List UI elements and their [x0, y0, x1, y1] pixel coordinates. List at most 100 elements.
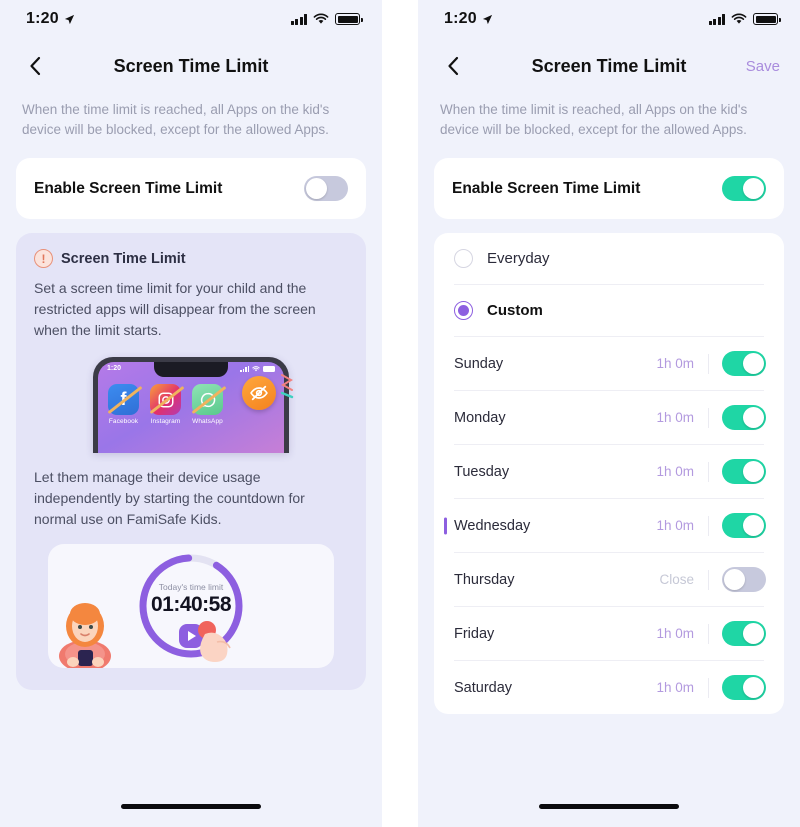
info-card: ! Screen Time Limit Set a screen time li…	[16, 233, 366, 690]
phone-mockup-illustration: 1:20 Facebook Instagram WhatsApp	[34, 357, 348, 453]
page-title: Screen Time Limit	[531, 55, 687, 76]
nav-bar-right: Screen Time Limit Save	[418, 38, 800, 94]
table-row[interactable]: Saturday 1h 0m	[434, 661, 784, 714]
info-card-body: Set a screen time limit for your child a…	[34, 280, 316, 338]
timer-label: Today's time limit	[158, 582, 224, 592]
table-row[interactable]: Friday 1h 0m	[434, 607, 784, 660]
cellular-signal-icon	[708, 13, 725, 25]
toggle-knob	[743, 515, 764, 536]
battery-full-icon	[335, 13, 363, 25]
info-card-header: ! Screen Time Limit	[34, 249, 348, 268]
status-time-label: 1:20	[444, 10, 477, 27]
chevron-left-icon	[448, 56, 459, 76]
day-duration-value: 1h 0m	[656, 356, 694, 371]
toggle-knob	[743, 407, 764, 428]
toggle-knob	[306, 178, 327, 199]
status-bar-time-group: 1:20	[444, 10, 493, 28]
timer-illustration: Today's time limit 01:40:58	[48, 544, 334, 668]
table-row[interactable]: Thursday Close	[434, 553, 784, 606]
day-toggle[interactable]	[722, 513, 766, 538]
day-toggle[interactable]	[722, 351, 766, 376]
day-label: Wednesday	[454, 517, 531, 534]
facebook-icon: f	[107, 384, 143, 415]
day-label: Tuesday	[454, 463, 510, 480]
status-bar-indicators	[708, 13, 781, 25]
status-bar: 1:20	[418, 0, 800, 38]
schedule-mode-everyday[interactable]: Everyday	[434, 233, 784, 284]
day-duration-value: 1h 0m	[656, 680, 694, 695]
blocked-slash-icon	[107, 385, 143, 414]
day-label: Friday	[454, 625, 495, 642]
row-separator	[708, 515, 709, 536]
wifi-icon	[313, 13, 329, 24]
radio-custom-icon[interactable]	[454, 301, 473, 320]
day-toggle[interactable]	[722, 675, 766, 700]
page-description: When the time limit is reached, all Apps…	[22, 102, 330, 137]
mockup-battery-icon	[263, 365, 275, 372]
dual-screenshot-container: 1:20 Screen Time Limit When the time lim…	[0, 0, 800, 827]
toggle-knob	[743, 461, 764, 482]
table-row[interactable]: Sunday 1h 0m	[434, 337, 784, 390]
row-separator	[708, 353, 709, 374]
mockup-app-label: Facebook	[108, 418, 139, 425]
day-label: Thursday	[454, 571, 515, 588]
mockup-screen: 1:20 Facebook Instagram WhatsApp	[98, 362, 284, 453]
mockup-status-indicators	[240, 365, 275, 372]
mockup-device-frame: 1:20 Facebook Instagram WhatsApp	[93, 357, 294, 453]
enable-screen-time-limit-label: Enable Screen Time Limit	[34, 179, 223, 197]
right-phone-screen: 1:20 Screen Time Limit Save When the tim…	[418, 0, 800, 827]
mockup-app-whatsapp: WhatsApp	[191, 384, 227, 425]
day-duration-value: Close	[659, 572, 694, 587]
back-button[interactable]	[20, 51, 50, 81]
enable-screen-time-limit-toggle[interactable]	[304, 176, 348, 201]
decorative-squiggle-icon	[280, 374, 294, 399]
enable-screen-time-limit-row[interactable]: Enable Screen Time Limit	[434, 158, 784, 219]
day-toggle[interactable]	[722, 459, 766, 484]
day-toggle[interactable]	[722, 621, 766, 646]
nav-bar-left: Screen Time Limit	[0, 38, 382, 94]
page-title: Screen Time Limit	[113, 55, 269, 76]
timer-countdown-value: 01:40:58	[150, 593, 232, 616]
home-indicator	[539, 804, 679, 809]
enable-card: Enable Screen Time Limit	[16, 158, 366, 219]
left-phone-screen: 1:20 Screen Time Limit When the time lim…	[0, 0, 382, 827]
radio-everyday-icon[interactable]	[454, 249, 473, 268]
save-button[interactable]: Save	[746, 58, 780, 75]
day-duration-value: 1h 0m	[656, 464, 694, 479]
home-indicator	[121, 804, 261, 809]
schedule-card: Everyday Custom Sunday 1h 0m Monday 1h 0…	[434, 233, 784, 714]
mockup-wifi-icon	[252, 365, 260, 371]
schedule-mode-label: Everyday	[487, 250, 550, 267]
chevron-left-icon	[30, 56, 41, 76]
day-label: Monday	[454, 409, 506, 426]
schedule-mode-custom[interactable]: Custom	[434, 285, 784, 336]
selected-day-marker	[444, 517, 447, 534]
enable-screen-time-limit-label: Enable Screen Time Limit	[452, 179, 641, 197]
table-row[interactable]: Tuesday 1h 0m	[434, 445, 784, 498]
info-card-footer: Let them manage their device usage indep…	[34, 469, 305, 527]
mockup-notch	[154, 362, 228, 377]
wifi-icon	[731, 13, 747, 24]
row-separator	[708, 461, 709, 482]
table-row[interactable]: Wednesday 1h 0m	[434, 499, 784, 552]
day-toggle[interactable]	[722, 405, 766, 430]
enable-screen-time-limit-toggle[interactable]	[722, 176, 766, 201]
day-toggle[interactable]	[722, 567, 766, 592]
status-bar: 1:20	[0, 0, 382, 38]
back-button[interactable]	[438, 51, 468, 81]
location-arrow-icon	[64, 14, 74, 24]
enable-screen-time-limit-row[interactable]: Enable Screen Time Limit	[16, 158, 366, 219]
exclamation-circle-icon: !	[34, 249, 53, 268]
mockup-app-label: Instagram	[150, 418, 181, 425]
status-bar-indicators	[290, 13, 363, 25]
mockup-app-label: WhatsApp	[192, 418, 223, 425]
toggle-knob	[743, 178, 764, 199]
screen-separator	[382, 0, 418, 827]
day-label: Saturday	[454, 679, 513, 696]
table-row[interactable]: Monday 1h 0m	[434, 391, 784, 444]
row-separator	[708, 677, 709, 698]
toggle-knob	[724, 569, 745, 590]
info-card-title: Screen Time Limit	[61, 250, 186, 267]
status-bar-time-group: 1:20	[26, 10, 75, 28]
location-arrow-icon	[482, 14, 492, 24]
